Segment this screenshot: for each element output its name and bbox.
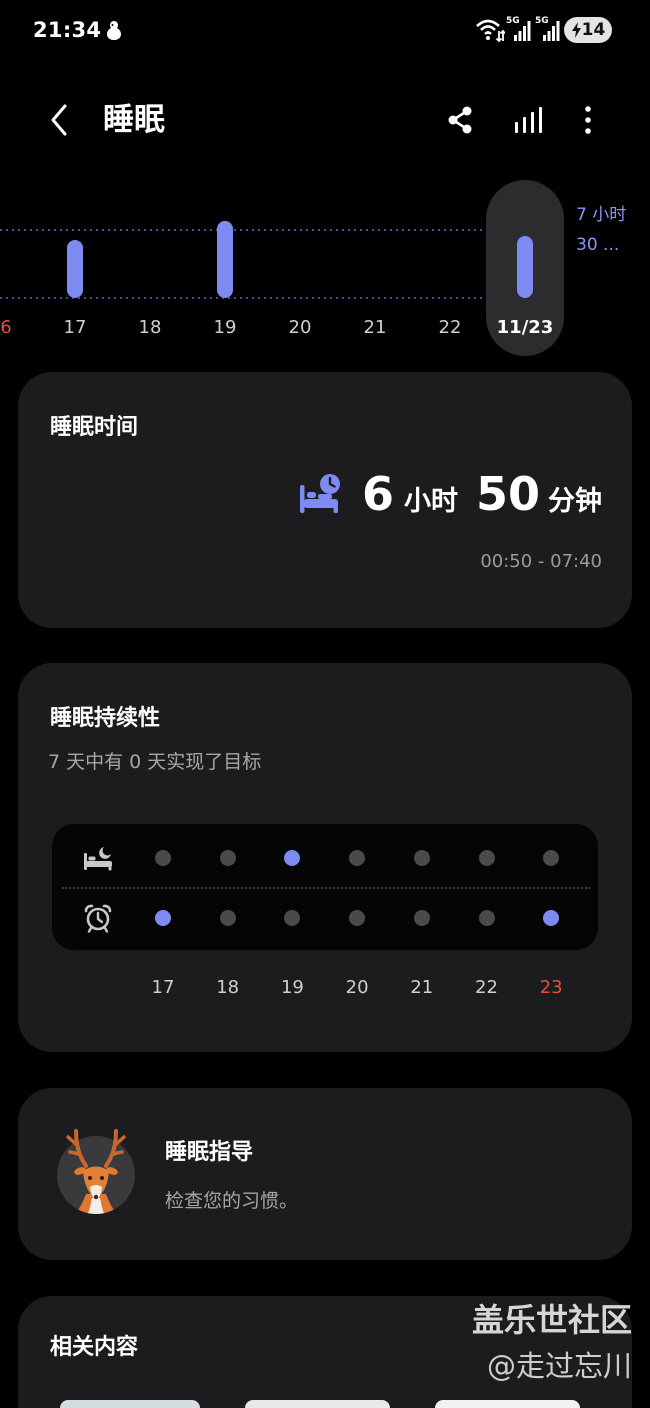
alarm-clock-icon — [84, 904, 112, 933]
wake-dot — [413, 910, 430, 926]
sleep-duration: 6 小时 50 分钟 — [298, 466, 602, 522]
network-type-label: 5G — [535, 16, 549, 26]
duration-minutes-unit: 分钟 — [548, 486, 602, 517]
related-thumbnail[interactable] — [245, 1400, 390, 1408]
bedtime-dot — [413, 850, 430, 866]
signal-icon: 5G — [535, 16, 561, 43]
trends-icon[interactable] — [512, 104, 544, 136]
chart-day-label[interactable]: 21 — [364, 317, 387, 338]
sleep-weekly-chart[interactable]: 6 17 18 19 20 21 22 11/23 — [0, 170, 650, 370]
chart-day-label[interactable]: 22 — [439, 317, 462, 338]
chart-day-label[interactable]: 19 — [214, 317, 237, 338]
sleep-consistency-card[interactable]: 睡眠持续性 7 天中有 0 天实现了目标 17 18 19 20 21 22 23 — [18, 663, 632, 1052]
duration-hours-unit: 小时 — [403, 486, 458, 517]
wake-dot — [219, 910, 236, 926]
bedtime-dot — [219, 850, 236, 866]
consistency-day-label: 23 — [539, 977, 563, 998]
goal-label: 7 小时 — [576, 205, 627, 225]
bedtime-dot — [349, 850, 366, 866]
chart-day-label[interactable]: 6 — [0, 317, 11, 338]
consistency-day-label: 17 — [151, 977, 175, 998]
watermark-title: 盖乐世社区 — [471, 1301, 632, 1339]
battery-indicator: 14 — [564, 17, 612, 43]
back-icon[interactable] — [46, 102, 72, 138]
consistency-day-label: 18 — [216, 977, 240, 998]
network-type-label: 5G — [506, 16, 520, 26]
related-thumbnail[interactable] — [435, 1400, 580, 1408]
wake-dot — [155, 910, 171, 926]
bedtime-dot — [155, 850, 171, 866]
card-title: 相关内容 — [50, 1335, 139, 1360]
consistency-day-label: 21 — [410, 977, 434, 998]
goal-label: 30 ... — [576, 235, 620, 255]
watermark-author: @走过忘川 — [486, 1349, 632, 1383]
consistency-day-label: 20 — [345, 977, 369, 998]
battery-level: 14 — [581, 20, 606, 40]
consistency-summary: 7 天中有 0 天实现了目标 — [48, 751, 262, 773]
bedtime-dot — [284, 850, 301, 866]
share-icon[interactable] — [446, 104, 474, 136]
wake-dot — [478, 910, 495, 926]
wake-dot — [543, 910, 560, 926]
related-thumbnail[interactable] — [60, 1400, 200, 1408]
bed-moon-icon — [84, 847, 112, 871]
duration-minutes: 50 — [475, 467, 540, 521]
chart-day-label[interactable]: 18 — [139, 317, 162, 338]
bed-clock-icon — [299, 474, 340, 513]
notification-icon — [107, 21, 121, 40]
coaching-title: 睡眠指导 — [165, 1140, 254, 1165]
chart-day-label[interactable]: 11/23 — [497, 317, 554, 338]
wake-dot — [284, 910, 301, 926]
chart-bar[interactable] — [217, 220, 233, 298]
consistency-day-label: 22 — [475, 977, 498, 998]
bedtime-dot — [478, 850, 495, 866]
coaching-subtitle: 检查您的习惯。 — [165, 1190, 299, 1212]
chart-day-label[interactable]: 20 — [289, 317, 312, 338]
status-time: 21:34 — [33, 18, 102, 42]
sleep-coaching-card[interactable]: 睡眠指导 检查您的习惯。 — [18, 1088, 632, 1260]
card-title: 睡眠时间 — [50, 415, 139, 440]
consistency-day-label: 19 — [280, 977, 304, 998]
consistency-divider — [62, 887, 590, 889]
more-icon[interactable] — [580, 104, 596, 136]
bedtime-dot — [543, 850, 560, 866]
wifi-icon — [476, 19, 505, 43]
wake-dot — [349, 910, 366, 926]
chart-day-label[interactable]: 17 — [64, 317, 87, 338]
deer-avatar-icon — [57, 1129, 135, 1214]
sleep-time-card[interactable]: 睡眠时间 6 小时 50 分钟 00:50 - 07:40 — [18, 372, 632, 628]
chart-bar[interactable] — [517, 236, 533, 298]
card-title: 睡眠持续性 — [50, 706, 161, 731]
signal-icon: 5G — [506, 16, 532, 43]
duration-hours: 6 — [361, 467, 394, 521]
consistency-grid — [52, 824, 598, 950]
battery-charging-icon — [571, 22, 581, 38]
page-title: 睡眠 — [103, 102, 165, 138]
chart-bar[interactable] — [67, 239, 83, 298]
sleep-time-range: 00:50 - 07:40 — [480, 551, 602, 572]
